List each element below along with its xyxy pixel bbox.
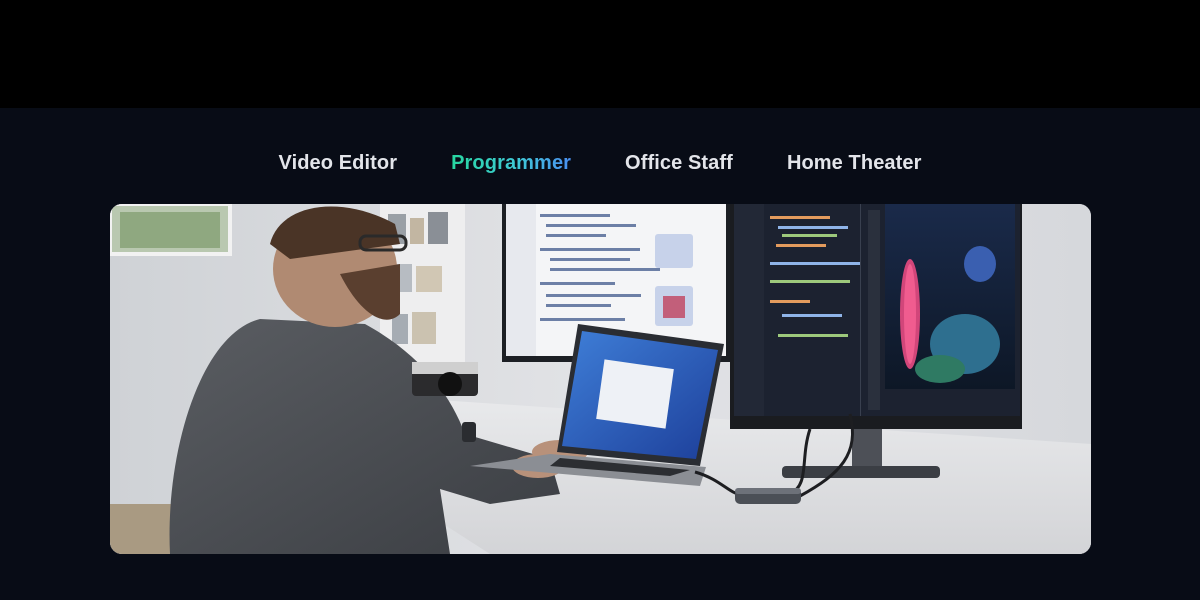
scenario-tabs: Video Editor Programmer Office Staff Hom…	[0, 148, 1200, 178]
scenario-photo	[110, 204, 1091, 554]
tab-programmer[interactable]: Programmer	[451, 152, 571, 175]
tab-home-theater[interactable]: Home Theater	[787, 152, 922, 175]
camera	[412, 362, 478, 396]
tab-video-editor[interactable]: Video Editor	[278, 152, 397, 175]
tab-office-staff[interactable]: Office Staff	[625, 152, 733, 175]
top-banner-band	[0, 0, 1200, 108]
